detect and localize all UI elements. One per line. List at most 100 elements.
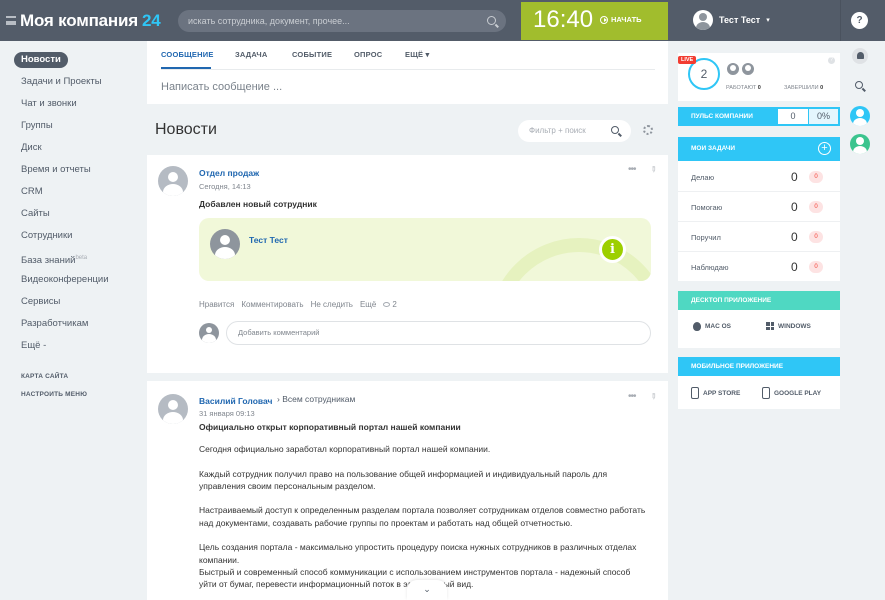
add-task-button[interactable]: + [818,142,831,155]
avatar[interactable] [158,394,188,424]
working-stat: РАБОТАЮТ 0 [726,85,761,91]
sitemap-link[interactable]: КАРТА САЙТА [21,373,68,380]
divider [161,69,655,70]
phone-icon [691,387,699,399]
sidebar-item-tasks[interactable]: Задачи и Проекты [14,74,109,90]
gear-icon[interactable] [643,125,653,135]
start-workday-button[interactable]: НАЧАТЬ [600,15,642,24]
live-widget: 2 LIVE ? РАБОТАЮТ 0 ЗАВЕРШИЛИ 0 [678,53,840,101]
comment-button[interactable]: Комментировать [241,300,303,309]
counter-badge: 0 [809,231,823,243]
task-row-helping[interactable]: Помогаю 0 0 [678,192,840,222]
windows-link[interactable]: WINDOWS [766,322,811,330]
sidebar-item-video[interactable]: Видеоконференции [14,272,116,288]
task-row-doing[interactable]: Делаю 0 0 [678,162,840,192]
user-name: Тест Тест [719,15,761,25]
task-row-watching[interactable]: Наблюдаю 0 0 [678,252,840,282]
feed-post: Василий Головач › Всем сотрудникам 31 ян… [147,381,668,600]
sidebar-item-knowledge[interactable]: База знанийbeta [14,250,94,266]
sidebar-item-sites[interactable]: Сайты [14,206,57,222]
feed-post: Отдел продаж Сегодня, 14:13 ••• ✎ Добавл… [147,155,668,373]
avatar[interactable] [158,166,188,196]
windows-icon [766,322,774,330]
decorative-arc [489,238,651,281]
google-play-link[interactable]: GOOGLE PLAY [762,387,821,399]
post-title: Официально открыт корпоративный портал н… [199,422,461,432]
pin-icon[interactable]: ✎ [648,391,659,402]
new-employee-card: Тест Тест i [199,218,651,281]
pulse-value: 0 [778,109,808,124]
pin-icon[interactable]: ✎ [648,164,659,175]
workday-widget[interactable]: 16:40 НАЧАТЬ [521,2,668,40]
global-search[interactable] [178,10,506,32]
tab-poll[interactable]: ОПРОС [354,50,382,59]
paragraph: Цель создания портала - максимально упро… [199,542,637,565]
counter-badge: 0 [809,261,823,273]
help-button[interactable]: ? [851,12,868,29]
sidebar-item-more[interactable]: Ещё - [14,338,53,354]
expand-post-button[interactable]: ⌄ [407,580,447,600]
filter-search[interactable]: Фильтр + поиск [518,120,631,142]
page-title: Новости [155,121,217,138]
new-employee-name[interactable]: Тест Тест [249,235,288,245]
tasks-header[interactable]: МОИ ЗАДАЧИ + [678,137,840,161]
search-input[interactable] [188,12,478,30]
sidebar-item-disk[interactable]: Диск [14,140,49,156]
post-author[interactable]: Василий Головач [199,396,272,406]
avatar[interactable] [210,229,240,259]
task-row-assigned[interactable]: Поручил 0 0 [678,222,840,252]
avatar-group[interactable] [726,62,756,76]
sidebar-item-chat[interactable]: Чат и звонки [14,96,84,112]
app-store-link[interactable]: APP STORE [691,387,740,399]
post-time: Сегодня, 14:13 [199,182,251,191]
avatar [199,323,219,343]
configure-menu-link[interactable]: НАСТРОИТЬ МЕНЮ [21,391,87,398]
search-icon[interactable] [487,16,496,25]
mac-os-link[interactable]: MAC OS [693,322,731,331]
bell-icon[interactable] [852,48,868,64]
sidebar-item-employees[interactable]: Сотрудники [14,228,79,244]
post-author[interactable]: Отдел продаж [199,168,259,178]
mobile-app-widget: МОБИЛЬНОЕ ПРИЛОЖЕНИЕ APP STORE GOOGLE PL… [678,357,840,409]
search-icon[interactable] [611,126,619,134]
live-badge: LIVE [678,56,697,64]
sidebar-item-services[interactable]: Сервисы [14,294,67,310]
beta-badge: beta [75,255,88,261]
avatar[interactable] [850,106,870,126]
left-menu: Новости Задачи и Проекты Чат и звонки Гр… [0,41,145,600]
desktop-app-header: ДЕСКТОП ПРИЛОЖЕНИЕ [678,291,840,310]
sidebar-item-news[interactable]: Новости [14,52,68,68]
tab-event[interactable]: СОБЫТИЕ [292,50,332,59]
tab-more[interactable]: ЕЩЁ ▾ [405,50,430,59]
tab-message[interactable]: СООБЩЕНИЕ [161,50,214,59]
sidebar-item-developers[interactable]: Разработчикам [14,316,95,332]
more-icon[interactable]: ••• [628,164,636,175]
avatar[interactable] [850,134,870,154]
company-logo[interactable]: Моя компания 24 [20,11,161,31]
user-menu[interactable]: Тест Тест ▾ [693,10,770,30]
counter-badge: 0 [809,171,823,183]
more-button[interactable]: Ещё [360,300,376,309]
apple-icon [693,322,701,331]
help-icon[interactable]: ? [828,57,835,64]
post-recipient[interactable]: › Всем сотрудникам [277,394,355,404]
sidebar-item-crm[interactable]: CRM [14,184,50,200]
sidebar-item-groups[interactable]: Группы [14,118,60,134]
phone-icon [762,387,770,399]
top-header: Моя компания24 16:40 НАЧАТЬ Тест Тест ▾ … [0,0,885,41]
message-input[interactable]: Написать сообщение ... [161,81,282,93]
more-icon[interactable]: ••• [628,391,636,402]
like-button[interactable]: Нравится [199,300,234,309]
post-body: Сегодня официально заработал корпоративн… [199,443,649,591]
mobile-app-header: МОБИЛЬНОЕ ПРИЛОЖЕНИЕ [678,357,840,376]
sidebar-item-time[interactable]: Время и отчеты [14,162,98,178]
tab-task[interactable]: ЗАДАЧА [235,50,267,59]
company-pulse[interactable]: ПУЛЬС КОМПАНИИ 0 0% [678,107,840,126]
menu-icon[interactable] [6,16,16,25]
clock: 16:40 [533,6,594,33]
post-actions: Нравится Комментировать Не следить Ещё 2 [199,300,397,309]
search-icon[interactable] [855,81,863,89]
unfollow-button[interactable]: Не следить [311,300,353,309]
counter-badge: 0 [809,201,823,213]
comment-input[interactable]: Добавить комментарий [226,321,651,345]
